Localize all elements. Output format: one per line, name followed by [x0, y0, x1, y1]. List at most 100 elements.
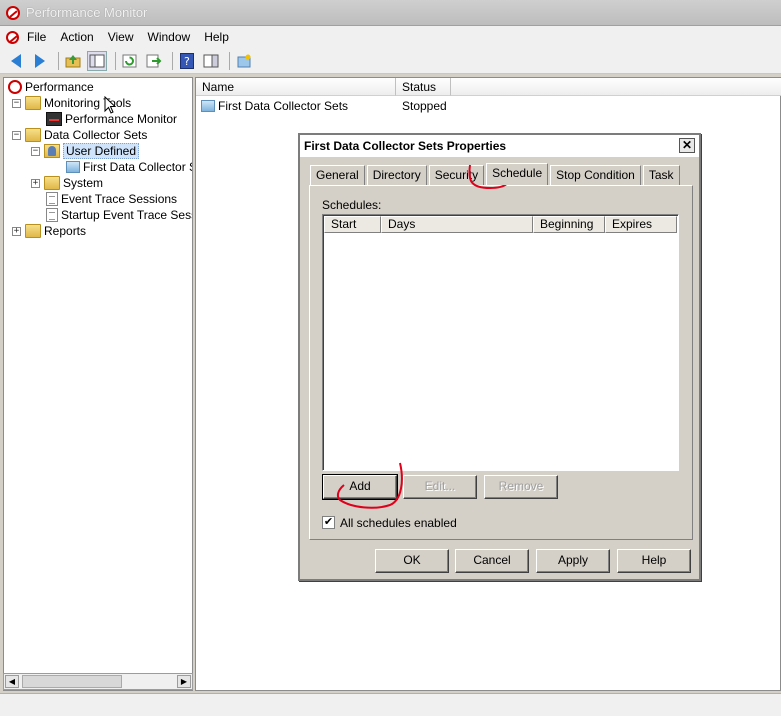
svg-text:?: ? [184, 55, 190, 68]
remove-button[interactable]: Remove [484, 475, 558, 499]
list-item-status: Stopped [402, 99, 447, 113]
performance-monitor-app-icon [6, 5, 20, 20]
user-folder-icon [44, 144, 60, 158]
tree-item-monitoring-tools[interactable]: − Monitoring Tools [12, 95, 131, 111]
scrollbar-thumb[interactable] [22, 675, 122, 688]
refresh-icon [122, 54, 137, 67]
dialog-title-bar[interactable]: First Data Collector Sets Properties ✕ [300, 135, 699, 157]
trace-doc-icon [46, 192, 58, 206]
tree-item-performance-monitor[interactable]: Performance Monitor [46, 111, 177, 127]
console-tree[interactable]: Performance − Monitoring Tools Performan… [3, 77, 193, 691]
data-collector-set-icon [66, 161, 80, 173]
schedule-tab-panel: Schedules: Start Days Beginning Expires … [309, 185, 693, 540]
show-hide-tree-button[interactable] [87, 50, 107, 71]
back-icon [11, 53, 21, 68]
tree-item-performance[interactable]: Performance [8, 79, 94, 95]
back-button[interactable] [6, 51, 26, 71]
tab-schedule[interactable]: Schedule [486, 163, 549, 185]
schedules-list[interactable]: Start Days Beginning Expires [322, 214, 679, 471]
tree-item-label: Performance Monitor [65, 112, 178, 126]
tree-item-first-data-collector-set[interactable]: First Data Collector Se [66, 159, 192, 175]
menu-file[interactable]: File [27, 30, 46, 44]
tab-directory[interactable]: Directory [366, 165, 427, 185]
menu-window[interactable]: Window [148, 30, 191, 44]
collapse-toggle[interactable]: − [31, 146, 40, 156]
new-data-collector-set-button[interactable] [234, 51, 254, 71]
tree-item-label: User Defined [63, 143, 140, 159]
menu-view[interactable]: View [108, 30, 134, 44]
forward-button[interactable] [30, 51, 50, 71]
status-bar [0, 693, 781, 716]
dialog-title: First Data Collector Sets Properties [304, 139, 507, 153]
tree-item-label: Monitoring Tools [44, 96, 132, 110]
show-action-pane-button[interactable] [201, 51, 221, 71]
performance-icon [8, 80, 22, 94]
toolbar-separator [58, 51, 59, 70]
folder-icon [25, 128, 41, 142]
tab-strip: General Directory Security Schedule Stop… [310, 163, 682, 185]
tree-item-label: Startup Event Trace Sess [61, 208, 193, 222]
tab-security[interactable]: Security [428, 165, 485, 185]
column-header-name[interactable]: Name [196, 78, 396, 96]
help-button[interactable]: ? [177, 51, 197, 71]
tree-item-label: Performance [25, 80, 94, 94]
tab-task[interactable]: Task [642, 165, 680, 185]
performance-monitor-icon [46, 112, 62, 126]
show-hide-tree-icon [89, 54, 105, 67]
up-one-level-button[interactable] [63, 51, 83, 71]
column-header-start[interactable]: Start [324, 216, 381, 233]
schedules-label: Schedules: [322, 198, 382, 212]
tree-item-system[interactable]: + System [31, 175, 103, 191]
tree-item-label: Data Collector Sets [44, 128, 148, 142]
expand-toggle[interactable]: + [12, 226, 21, 236]
folder-icon [44, 176, 60, 190]
column-header-expires[interactable]: Expires [605, 216, 677, 233]
cancel-button[interactable]: Cancel [455, 549, 529, 573]
tab-stop-condition[interactable]: Stop Condition [550, 165, 641, 185]
export-list-icon [146, 54, 162, 67]
collapse-toggle[interactable]: − [12, 130, 21, 140]
folder-icon [25, 96, 41, 110]
trace-doc-icon [46, 208, 58, 222]
toolbar-separator [115, 51, 116, 70]
ok-button[interactable]: OK [375, 549, 449, 573]
list-item-name: First Data Collector Sets [218, 99, 349, 113]
column-header-beginning[interactable]: Beginning [533, 216, 605, 233]
data-collector-set-icon [201, 100, 215, 112]
menu-bar: File Action View Window Help [0, 26, 781, 48]
close-icon[interactable]: ✕ [679, 138, 695, 153]
toolbar-separator [229, 51, 230, 70]
menu-help[interactable]: Help [204, 30, 229, 44]
column-header-status[interactable]: Status [396, 78, 451, 96]
apply-button[interactable]: Apply [536, 549, 610, 573]
tree-item-label: Reports [44, 224, 87, 238]
toolbar-separator [172, 51, 173, 70]
new-dataset-icon [237, 54, 251, 67]
list-item[interactable]: First Data Collector Sets [201, 97, 348, 115]
tree-item-label: System [63, 176, 104, 190]
edit-button[interactable]: Edit... [403, 475, 477, 499]
properties-pane-icon [203, 54, 219, 67]
tree-item-data-collector-sets[interactable]: − Data Collector Sets [12, 127, 147, 143]
refresh-button[interactable] [120, 51, 140, 71]
export-list-button[interactable] [144, 51, 164, 71]
all-schedules-enabled-checkbox[interactable]: ✔ [322, 516, 335, 529]
help-button[interactable]: Help [617, 549, 691, 573]
column-header-filler [451, 78, 781, 96]
tree-item-reports[interactable]: + Reports [12, 223, 86, 239]
tab-general[interactable]: General [310, 165, 365, 185]
scroll-right-icon[interactable]: ▶ [177, 675, 191, 688]
mmc-menu-icon[interactable] [6, 30, 19, 44]
tree-item-event-trace-sessions[interactable]: Event Trace Sessions [46, 191, 177, 207]
window-title: Performance Monitor [26, 5, 148, 20]
tree-horizontal-scrollbar[interactable]: ◀ ▶ [3, 673, 193, 690]
collapse-toggle[interactable]: − [12, 98, 21, 108]
properties-dialog: First Data Collector Sets Properties ✕ G… [298, 133, 701, 581]
tree-item-user-defined[interactable]: − User Defined [31, 143, 140, 159]
scroll-left-icon[interactable]: ◀ [5, 675, 19, 688]
column-header-days[interactable]: Days [381, 216, 533, 233]
expand-toggle[interactable]: + [31, 178, 40, 188]
menu-action[interactable]: Action [60, 30, 93, 44]
add-button[interactable]: Add [322, 474, 398, 500]
tree-item-startup-event-trace-sessions[interactable]: Startup Event Trace Sess [46, 207, 193, 223]
